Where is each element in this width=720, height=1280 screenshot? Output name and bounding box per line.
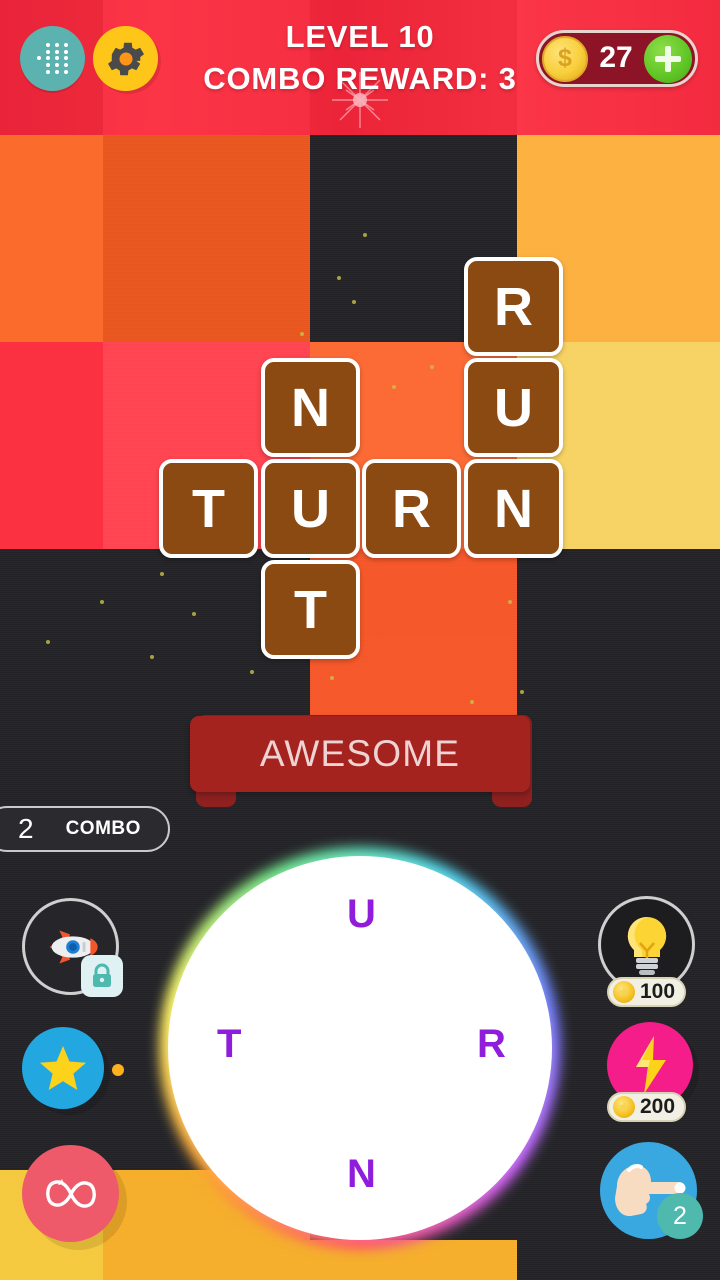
- power-cost-badge: ★ 200: [607, 1092, 687, 1122]
- level-label: LEVEL 10: [285, 19, 435, 54]
- tap-hint-count-badge: 2: [657, 1193, 703, 1239]
- combo-badge: 2 COMBO: [0, 806, 170, 852]
- infinity-button[interactable]: [22, 1145, 119, 1242]
- star-button[interactable]: [22, 1027, 104, 1109]
- wheel-letter-left[interactable]: T: [217, 1022, 241, 1067]
- letter-tile: R: [464, 257, 563, 356]
- coin-star-icon: ★: [613, 1096, 635, 1118]
- wheel-letter-top[interactable]: U: [347, 892, 376, 937]
- combo-label: COMBO: [65, 818, 141, 839]
- wheel-letter-right[interactable]: R: [477, 1022, 506, 1067]
- infinity-icon: [45, 1178, 96, 1208]
- letter-tile: N: [261, 358, 360, 457]
- banner-text: AWESOME: [259, 733, 461, 774]
- combo-count: 2: [18, 813, 34, 844]
- game-screen: LEVEL 10 COMBO REWARD: 3 $ 27 RNUTURNT A…: [0, 0, 720, 1280]
- star-icon: [40, 1046, 86, 1090]
- hint-cost-badge: ★ 100: [607, 977, 687, 1007]
- letter-tile: N: [464, 459, 563, 558]
- sparkle-dot: [470, 700, 474, 704]
- combo-reward-label: COMBO REWARD: 3: [203, 60, 517, 96]
- letter-tile: T: [159, 459, 258, 558]
- header-bar: LEVEL 10 COMBO REWARD: 3 $ 27: [0, 0, 720, 135]
- lock-glyph: [93, 963, 111, 987]
- lock-icon: [81, 955, 123, 997]
- letter-tile: T: [261, 560, 360, 659]
- power-cost: 200: [640, 1095, 676, 1118]
- lightning-bolt-icon: [636, 1036, 666, 1094]
- lightbulb-icon: [627, 916, 666, 975]
- wheel-letter-bottom[interactable]: N: [347, 1152, 376, 1197]
- coin-star-icon: ★: [613, 981, 635, 1003]
- letter-tile: U: [464, 358, 563, 457]
- star-glow-dot: [112, 1064, 124, 1076]
- letter-tile: R: [362, 459, 461, 558]
- hint-cost: 100: [640, 980, 676, 1003]
- letter-tile: U: [261, 459, 360, 558]
- page-title: LEVEL 10 COMBO REWARD: 3: [0, 16, 720, 99]
